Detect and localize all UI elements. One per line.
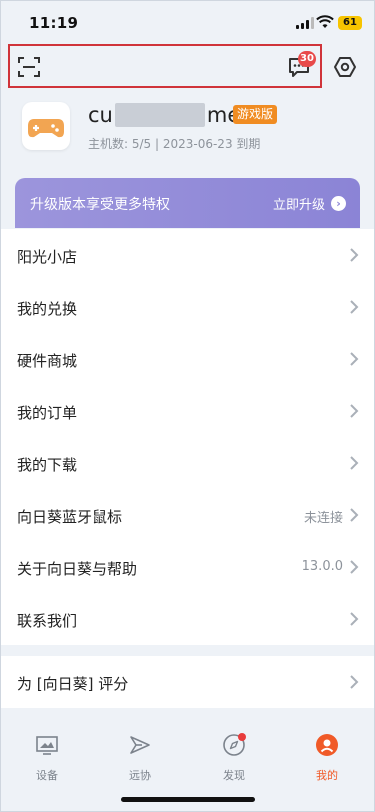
arrow-right-icon: ›	[331, 196, 346, 211]
menu-item-bluetooth-mouse[interactable]: 向日葵蓝牙鼠标 未连接	[0, 489, 375, 541]
gamepad-icon	[28, 119, 64, 138]
menu-item-hardware-store[interactable]: 硬件商城	[0, 333, 375, 385]
menu-item-label: 我的兑换	[17, 300, 78, 318]
chevron-right-icon	[350, 560, 359, 574]
menu-item-label: 联系我们	[17, 612, 78, 630]
tab-profile[interactable]: 我的	[297, 733, 357, 783]
chevron-right-icon	[350, 248, 359, 262]
chevron-right-icon	[350, 300, 359, 314]
rate-app-item[interactable]: 为 [向日葵] 评分	[0, 656, 375, 708]
chevron-right-icon	[350, 456, 359, 470]
tab-label: 远协	[129, 769, 151, 782]
menu-item-label: 向日葵蓝牙鼠标	[17, 508, 123, 526]
menu-item-contact[interactable]: 联系我们	[0, 593, 375, 645]
chevron-right-icon	[350, 352, 359, 366]
chevron-right-icon	[350, 508, 359, 522]
home-indicator[interactable]	[121, 797, 255, 802]
host-info: 主机数: 5/5 | 2023-06-23 到期	[88, 137, 261, 151]
menu-item-label: 硬件商城	[17, 352, 78, 370]
menu-item-value: 13.0.0	[301, 559, 343, 574]
upgrade-button-label: 立即升级	[272, 198, 325, 213]
chevron-right-icon	[350, 404, 359, 418]
settings-icon[interactable]	[333, 55, 357, 79]
rate-app-label: 为 [向日葵] 评分	[17, 675, 129, 693]
menu-item-label: 关于向日葵与帮助	[17, 560, 138, 578]
tab-label: 发现	[223, 769, 245, 782]
tab-remote-assist[interactable]: 远协	[110, 733, 170, 783]
avatar[interactable]	[22, 102, 70, 150]
tab-discover[interactable]: 发现	[204, 733, 264, 783]
menu-item-shop[interactable]: 阳光小店	[0, 229, 375, 281]
menu-item-label: 我的订单	[17, 404, 78, 422]
scan-icon[interactable]	[18, 56, 40, 78]
battery-indicator: 61	[338, 16, 362, 30]
status-bar: 11:19 61	[0, 0, 375, 44]
wifi-icon	[316, 15, 334, 28]
menu-item-redeem[interactable]: 我的兑换	[0, 281, 375, 333]
menu-item-value: 未连接	[303, 511, 343, 526]
chevron-right-icon	[350, 612, 359, 626]
header-highlight-box	[8, 44, 322, 88]
profile-icon	[316, 734, 338, 756]
chevron-right-icon	[350, 675, 359, 689]
edition-badge: 游戏版	[233, 105, 278, 124]
signal-icon	[296, 17, 314, 29]
tab-label: 我的	[316, 769, 338, 782]
banner-title: 升级版本享受更多特权	[30, 197, 170, 213]
discover-notification-dot	[238, 733, 246, 741]
menu-item-downloads[interactable]: 我的下载	[0, 437, 375, 489]
upgrade-button[interactable]: 立即升级 ›	[273, 194, 346, 213]
remote-assist-icon	[130, 736, 150, 754]
upgrade-banner[interactable]: 升级版本享受更多特权 立即升级 ›	[15, 178, 360, 228]
message-badge: 30	[298, 51, 316, 67]
status-time: 11:19	[29, 14, 79, 32]
username-redacted	[114, 103, 205, 127]
username-prefix: cu	[88, 103, 113, 127]
device-icon	[36, 736, 58, 755]
menu-item-orders[interactable]: 我的订单	[0, 385, 375, 437]
username: cu me	[88, 102, 240, 128]
settings-menu: 阳光小店 我的兑换 硬件商城 我的订单 我的下载 向日葵蓝牙鼠标 未连接 关于向…	[0, 229, 375, 645]
menu-item-label: 我的下载	[17, 456, 78, 474]
menu-item-about-help[interactable]: 关于向日葵与帮助 13.0.0	[0, 541, 375, 593]
tab-label: 设备	[36, 769, 58, 782]
menu-item-label: 阳光小店	[17, 248, 78, 266]
tab-devices[interactable]: 设备	[17, 733, 77, 783]
